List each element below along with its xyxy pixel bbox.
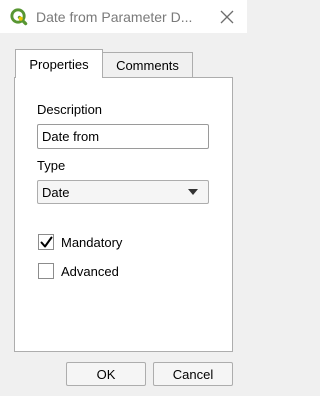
tab-comments-label: Comments bbox=[116, 58, 179, 73]
tab-comments[interactable]: Comments bbox=[103, 52, 193, 79]
advanced-checkbox[interactable] bbox=[38, 263, 54, 279]
title-bar: Date from Parameter D... bbox=[0, 0, 247, 33]
type-select-value: Date bbox=[42, 185, 70, 200]
checkmark-icon bbox=[40, 236, 53, 248]
description-label: Description bbox=[37, 102, 103, 117]
type-select[interactable]: Date bbox=[37, 180, 209, 204]
cancel-button[interactable]: Cancel bbox=[153, 362, 233, 386]
ok-button[interactable]: OK bbox=[66, 362, 146, 386]
qgis-logo-icon bbox=[10, 8, 28, 26]
advanced-label: Advanced bbox=[61, 264, 119, 279]
close-icon[interactable] bbox=[218, 8, 236, 26]
description-input[interactable] bbox=[37, 124, 209, 149]
properties-panel bbox=[14, 77, 233, 352]
type-label: Type bbox=[37, 158, 66, 173]
window-title: Date from Parameter D... bbox=[36, 9, 193, 25]
tab-properties-label: Properties bbox=[29, 56, 89, 72]
tab-properties[interactable]: Properties bbox=[15, 49, 103, 78]
dropdown-arrow-icon bbox=[188, 189, 198, 195]
mandatory-checkbox[interactable] bbox=[38, 234, 54, 250]
mandatory-label: Mandatory bbox=[61, 235, 123, 250]
